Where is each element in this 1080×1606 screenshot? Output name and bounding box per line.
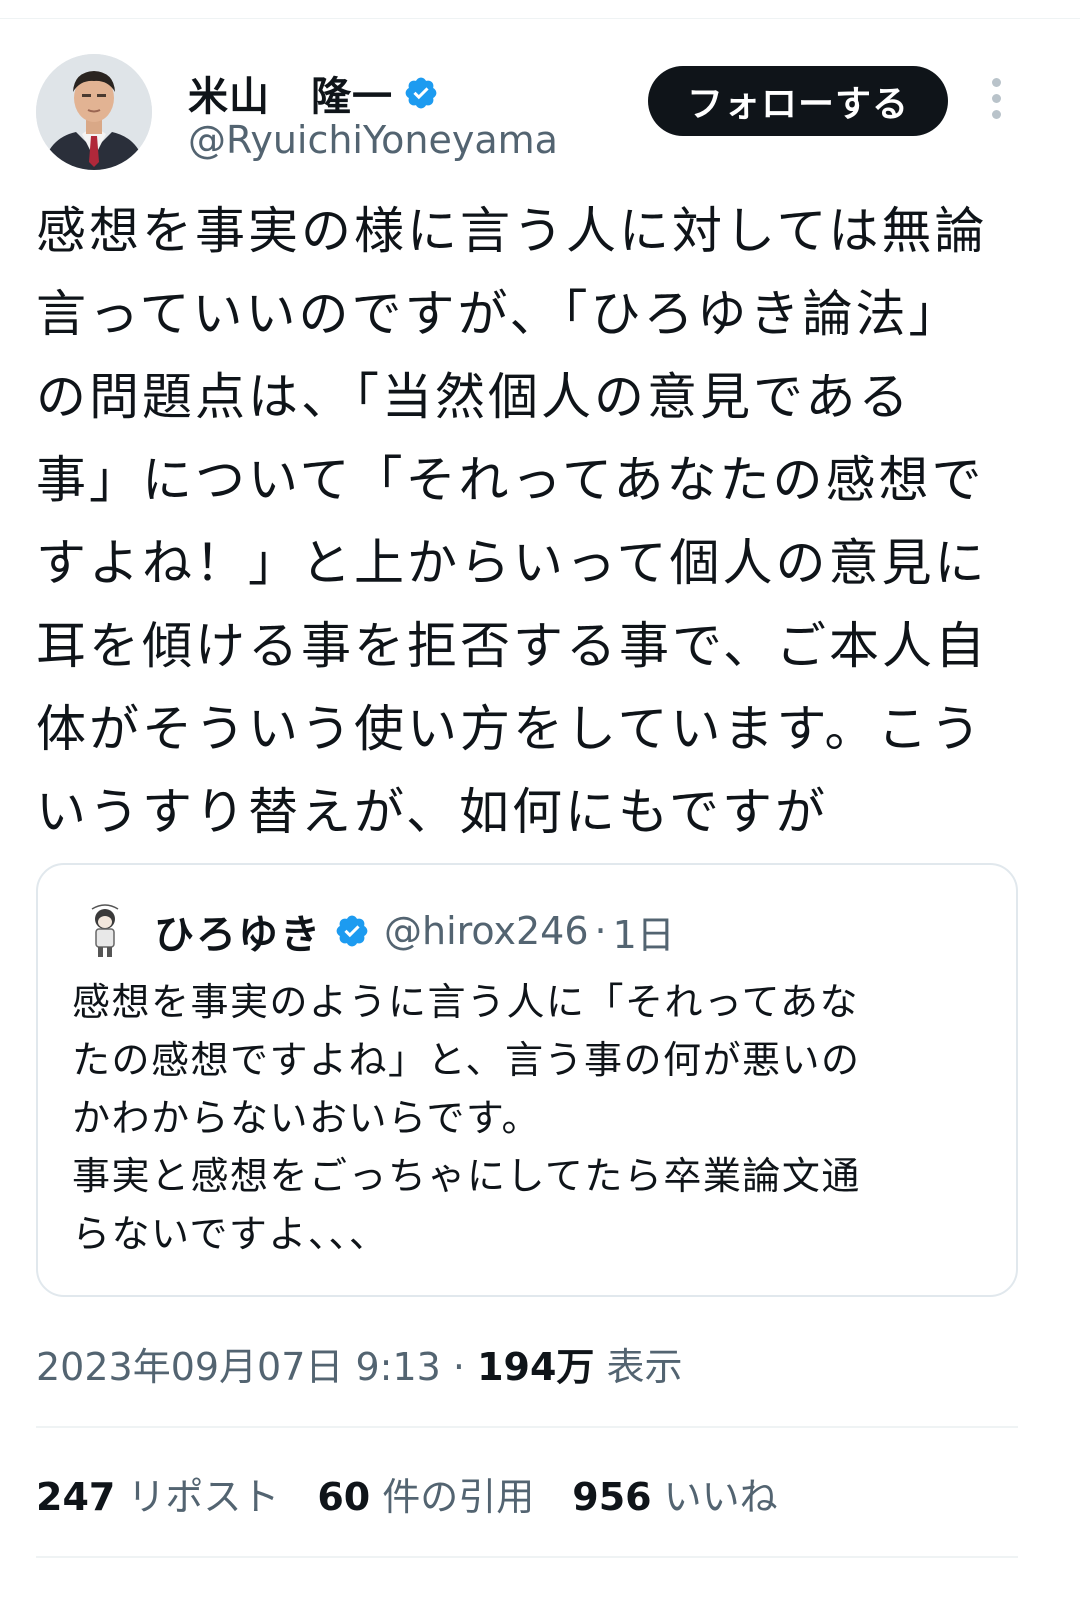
- quoted-author-avatar[interactable]: [78, 901, 132, 961]
- likes-label: いいね: [663, 1475, 778, 1519]
- tweet-page: 米山 隆一 @RyuichiYoneyama フォローする 感想を事実の様に言う…: [0, 0, 1080, 1606]
- reposts-label: リポスト: [127, 1475, 280, 1519]
- reposts-count: 247: [36, 1475, 116, 1519]
- quoted-author-name[interactable]: ひろゆき: [154, 902, 322, 960]
- author-handle[interactable]: @RyuichiYoneyama: [188, 118, 558, 162]
- verified-badge-icon: [336, 915, 368, 947]
- views-label: 表示: [606, 1345, 683, 1389]
- author-name-row: 米山 隆一: [188, 64, 439, 122]
- follow-button[interactable]: フォローする: [648, 66, 948, 136]
- quoted-tweet-card[interactable]: ひろゆき @hirox246 · 1日 感想を事実のように言う人に「それってあな…: [36, 863, 1018, 1297]
- dot-separator: ·: [594, 909, 607, 953]
- quoted-tweet-time[interactable]: 1日: [613, 904, 675, 959]
- meta-divider: [36, 1426, 1018, 1428]
- quotes-label: 件の引用: [382, 1475, 535, 1519]
- tweet-meta: 2023年09月07日 9:13 · 194万 表示: [36, 1336, 683, 1391]
- top-divider: [0, 18, 1080, 19]
- author-display-name[interactable]: 米山 隆一: [188, 64, 393, 122]
- tweet-timestamp[interactable]: 2023年09月07日 9:13: [36, 1345, 441, 1389]
- views-count: 194万: [477, 1345, 595, 1389]
- stats-divider: [36, 1556, 1018, 1558]
- tweet-header: 米山 隆一 @RyuichiYoneyama フォローする: [36, 54, 1046, 174]
- likes-count: 956: [572, 1475, 652, 1519]
- engagement-stats: 247 リポスト 60 件の引用 956 いいね: [36, 1466, 816, 1521]
- quotes-stat[interactable]: 60 件の引用: [317, 1466, 534, 1521]
- likes-stat[interactable]: 956 いいね: [572, 1466, 777, 1521]
- tweet-text: 感想を事実の様に言う人に対しては無論 言っていいのですが、「ひろゆき論法」 の問…: [36, 202, 988, 841]
- more-vertical-icon[interactable]: [986, 78, 1006, 124]
- dot-separator: ·: [452, 1345, 466, 1389]
- quoted-tweet-header: ひろゆき @hirox246 · 1日: [78, 901, 675, 961]
- quotes-count: 60: [317, 1475, 371, 1519]
- quoted-tweet-text: 感想を事実のように言う人に「それってあな たの感想ですよね」と、言う事の何が悪い…: [72, 980, 861, 1256]
- verified-badge-icon: [405, 77, 437, 109]
- avatar-photo: [36, 54, 152, 170]
- quoted-author-handle[interactable]: @hirox246: [384, 909, 589, 953]
- reposts-stat[interactable]: 247 リポスト: [36, 1466, 279, 1521]
- author-avatar[interactable]: [36, 54, 152, 170]
